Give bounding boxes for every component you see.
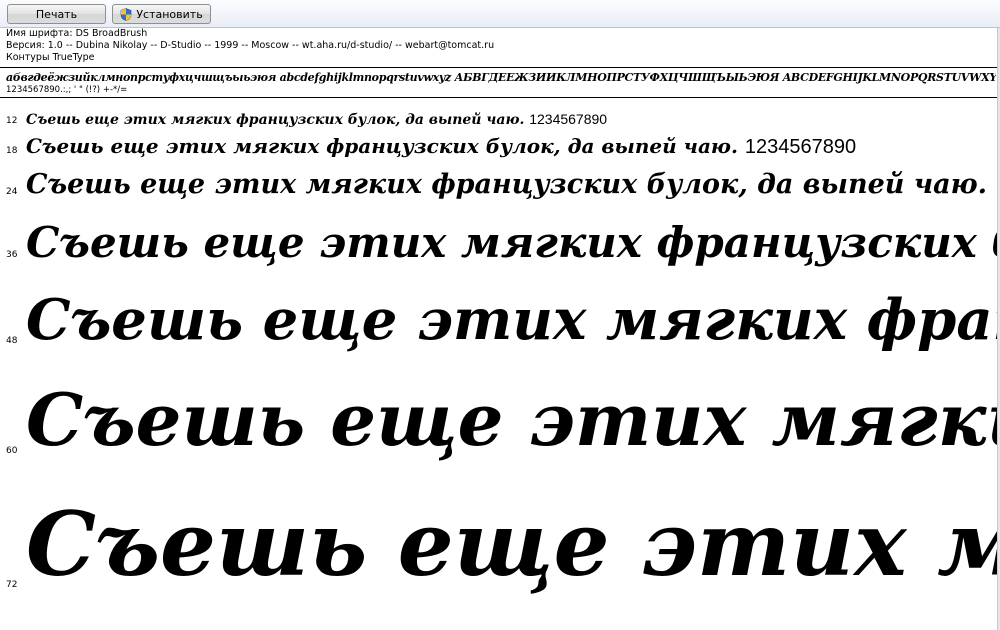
sample-digits: 1234567890 [529, 111, 608, 127]
install-button-label: Установить [136, 7, 203, 21]
sample-digits: 1234567890 [744, 136, 857, 158]
font-version-line: Версия: 1.0 -- Dubina Nikolay -- D-Studi… [6, 40, 495, 51]
font-info: Имя шрифта: DS BroadBrush Версия: 1.0 --… [0, 28, 997, 64]
size-label: 24 [6, 187, 18, 197]
sample-phrase: Съешь еще этих мягких французских булок,… [26, 112, 525, 128]
sample-text: Съешь еще этих мягких французских булок,… [26, 112, 607, 127]
font-outline-line: Контуры TrueType [6, 52, 95, 63]
sample-row-18: 18 Съешь еще этих мягких французских бул… [0, 136, 997, 157]
font-name-line: Имя шрифта: DS BroadBrush [6, 28, 148, 39]
size-label: 60 [6, 446, 18, 456]
size-label: 36 [6, 250, 18, 260]
charset-alphabet: абвгдеёжзийклмнопрстуфхцчшщъыьэюя abcdef… [6, 72, 996, 84]
sample-text: Съешь еще этих мягких [26, 377, 997, 462]
toolbar: Печать Установить [0, 0, 1000, 28]
sample-text: Съешь еще этих мягких французских булок [26, 218, 997, 267]
charset-digits: 1234567890.:,; ' " (!?) +-*/= [6, 85, 128, 95]
sample-row-72: 72 Съешь еще этих мягких [0, 500, 997, 590]
sample-text: Съешь еще этих мягких французских булок,… [26, 136, 856, 157]
install-button[interactable]: Установить [112, 4, 211, 24]
sample-row-60: 60 Съешь еще этих мягких [0, 384, 997, 457]
sample-text: Съешь еще этих мягких французских [26, 287, 997, 353]
sample-row-36: 36 Съешь еще этих мягких французских бул… [0, 222, 997, 264]
sample-row-48: 48 Съешь еще этих мягких французских [0, 292, 997, 348]
size-label: 18 [6, 146, 18, 156]
uac-shield-icon [121, 7, 132, 21]
print-button[interactable]: Печать [7, 4, 106, 24]
size-label: 72 [6, 580, 18, 590]
sample-text: Съешь еще этих мягких [26, 492, 997, 596]
sample-phrase: Съешь еще этих мягких французских булок,… [26, 134, 738, 158]
separator [0, 67, 997, 68]
size-label: 48 [6, 336, 18, 346]
sample-row-24: 24 Съешь еще этих мягких французских бул… [0, 171, 997, 198]
sample-area: 12 Съешь еще этих мягких французских бул… [0, 98, 997, 630]
sample-text: Съешь еще этих мягких французских булок,… [26, 169, 988, 200]
sample-row-12: 12 Съешь еще этих мягких французских бул… [0, 112, 997, 127]
size-label: 12 [6, 116, 18, 126]
